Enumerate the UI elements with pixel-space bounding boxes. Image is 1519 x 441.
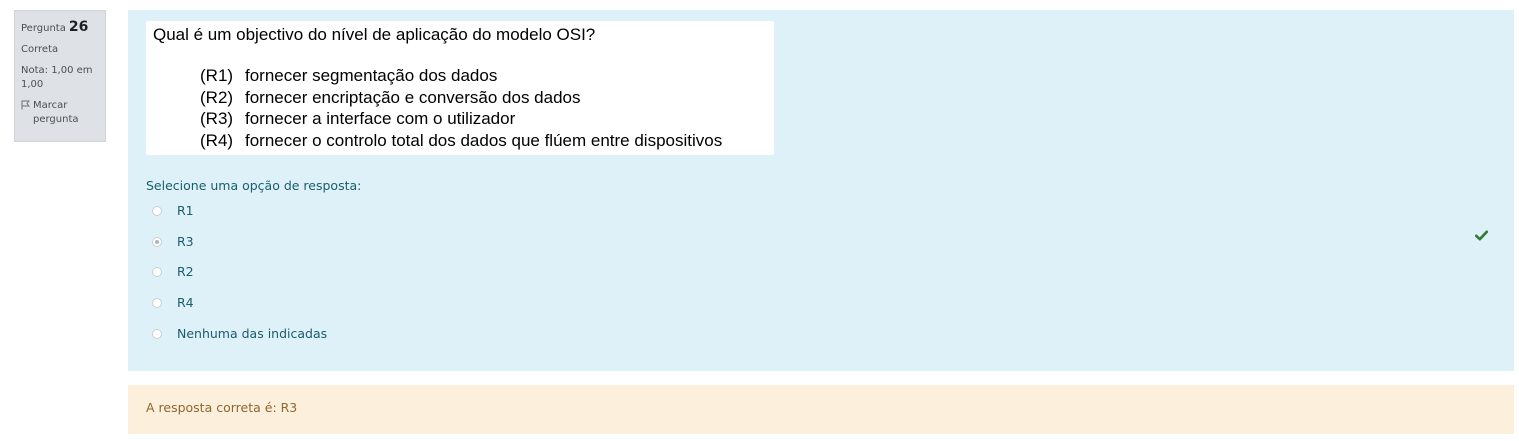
radio-button[interactable] xyxy=(152,328,162,339)
question-image: Qual é um objectivo do nível de aplicaçã… xyxy=(146,21,774,155)
question-item-code: (R1) xyxy=(200,66,234,85)
flag-question-link[interactable]: Marcar pergunta xyxy=(21,99,99,126)
answer-option-r4[interactable]: R4 xyxy=(152,295,194,310)
answer-option-label: R3 xyxy=(177,234,194,249)
question-info-box: Pergunta 26 Correta Nota: 1,00 em 1,00 M… xyxy=(14,10,106,142)
answer-option-r2[interactable]: R2 xyxy=(152,264,194,279)
question-item: (R1) fornecer segmentação dos dados xyxy=(200,65,722,87)
question-item: (R2) fornecer encriptação e conversão do… xyxy=(200,87,722,109)
question-number: Pergunta 26 xyxy=(21,18,99,37)
answer-option-label: R1 xyxy=(177,203,194,218)
question-item: (R3) fornecer a interface com o utilizad… xyxy=(200,108,722,130)
question-number-value: 26 xyxy=(68,19,89,35)
radio-button-selected[interactable] xyxy=(152,236,162,247)
question-item-text: fornecer encriptação e conversão dos dad… xyxy=(245,87,581,107)
question-item-code: (R3) xyxy=(200,109,234,128)
check-icon xyxy=(1475,230,1488,241)
question-items: (R1) fornecer segmentação dos dados (R2)… xyxy=(200,65,722,151)
question-item: (R4) fornecer o controlo total dos dados… xyxy=(200,130,722,152)
question-item-text: fornecer segmentação dos dados xyxy=(245,66,498,85)
answer-prompt: Selecione uma opção de resposta: xyxy=(146,178,362,193)
question-label: Pergunta xyxy=(21,23,66,34)
question-item-text: fornecer o controlo total dos dados que … xyxy=(245,130,723,150)
answer-option-label: R4 xyxy=(177,295,194,310)
answer-option-r1[interactable]: R1 xyxy=(152,203,194,218)
question-formulation: Qual é um objectivo do nível de aplicaçã… xyxy=(128,10,1514,371)
radio-button[interactable] xyxy=(152,205,162,216)
question-text: Qual é um objectivo do nível de aplicaçã… xyxy=(153,25,596,44)
answer-option-label: Nenhuma das indicadas xyxy=(177,326,328,341)
question-grade: Nota: 1,00 em 1,00 xyxy=(21,65,93,90)
answer-option-label: R2 xyxy=(177,264,194,279)
question-item-code: (R4) xyxy=(200,130,234,150)
question-state: Correta xyxy=(21,43,59,55)
radio-button[interactable] xyxy=(152,297,162,308)
feedback-box: A resposta correta é: R3 xyxy=(128,385,1514,434)
radio-button[interactable] xyxy=(152,266,162,277)
question-item-text: fornecer a interface com o utilizador xyxy=(245,109,516,128)
flag-icon xyxy=(21,100,30,110)
right-answer-text: A resposta correta é: R3 xyxy=(146,400,298,415)
question-item-code: (R2) xyxy=(200,87,234,107)
answer-option-r3[interactable]: R3 xyxy=(152,234,194,249)
flag-question-label: Marcar pergunta xyxy=(33,100,79,125)
answer-option-none[interactable]: Nenhuma das indicadas xyxy=(152,326,327,341)
